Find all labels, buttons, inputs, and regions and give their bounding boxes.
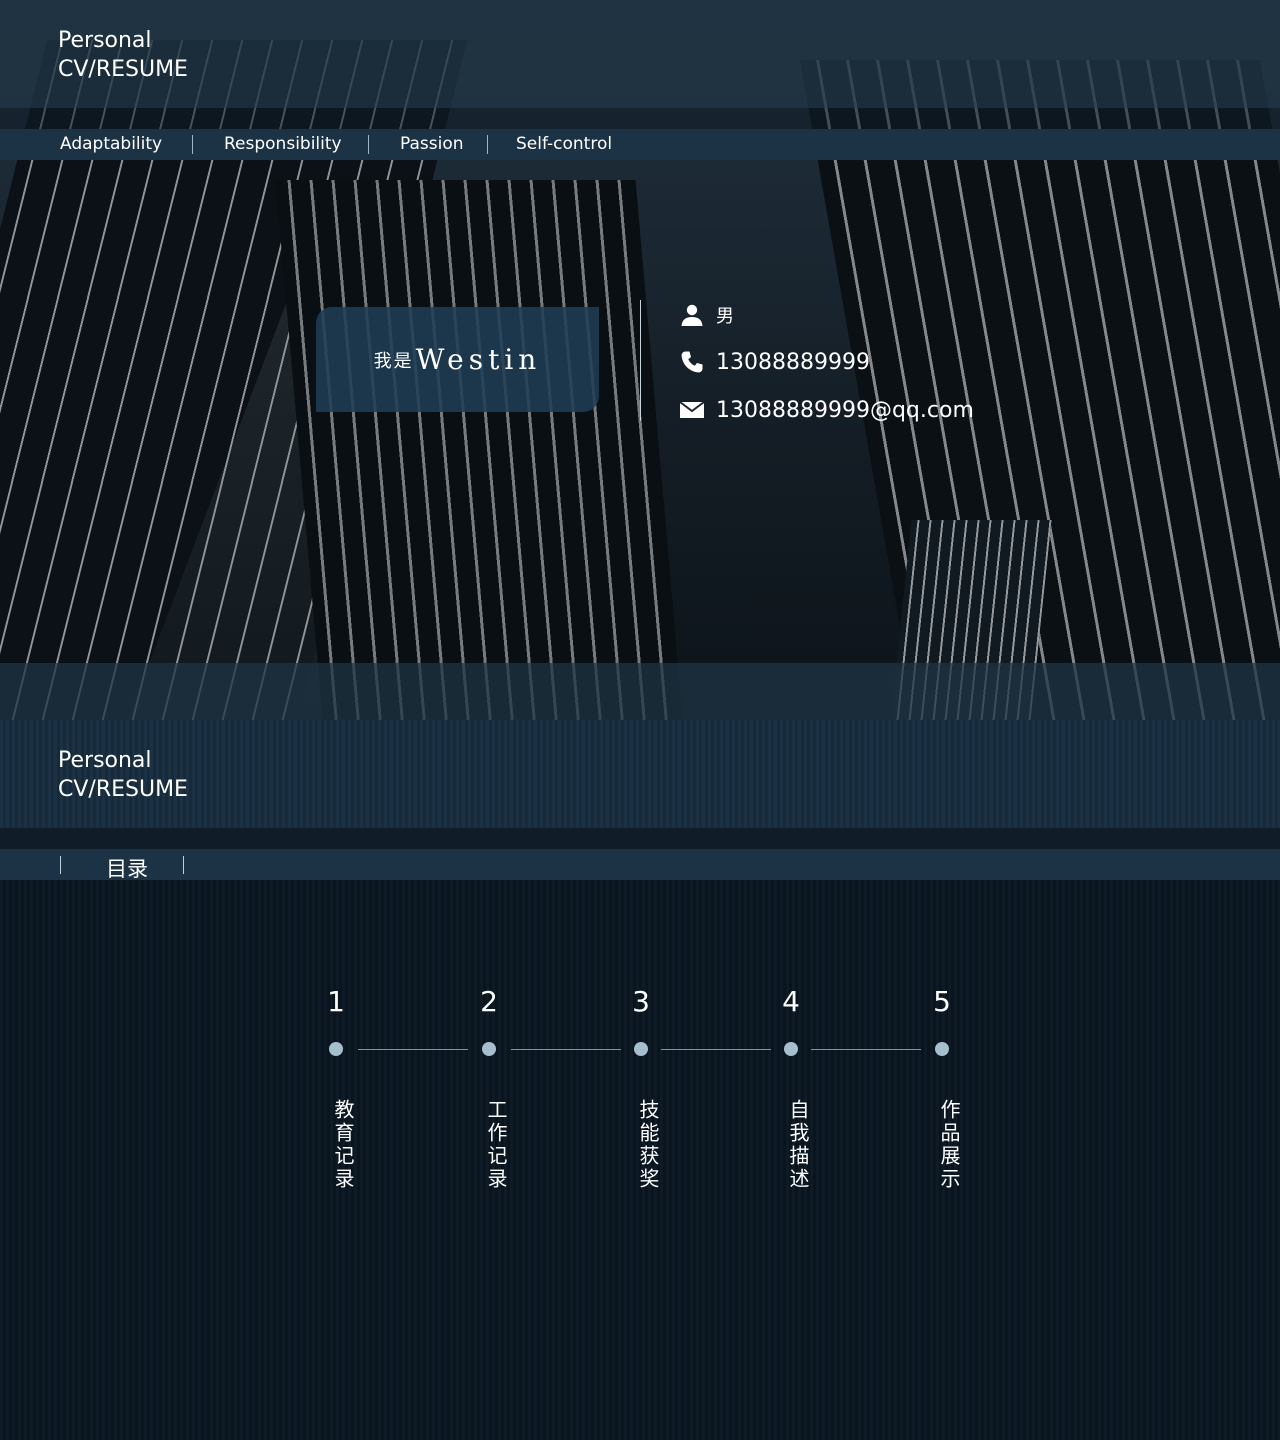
toc-divider [183, 856, 184, 874]
brand-line1: Personal [58, 748, 152, 773]
hero-header-band [0, 0, 1280, 108]
name-value: Westin [415, 343, 542, 376]
building-center [275, 180, 685, 720]
mail-icon [679, 397, 705, 423]
step-number: 1 [327, 985, 345, 1018]
brand: Personal CV/RESUME [58, 746, 188, 804]
gender-value: 男 [716, 306, 734, 327]
nav-item-self-control[interactable]: Self-control [516, 129, 612, 160]
brand: Personal CV/RESUME [58, 26, 188, 84]
step-label: 教育记录 [331, 1099, 355, 1191]
brand-line1: Personal [58, 28, 152, 53]
user-icon [679, 302, 705, 328]
nav-divider [368, 135, 369, 154]
step-dot [634, 1042, 648, 1056]
toc-step-2[interactable]: 2 工作记录 [469, 982, 509, 1191]
phone-icon [679, 349, 705, 375]
toc-step-4[interactable]: 4 自我描述 [771, 982, 811, 1191]
brand-line2: CV/RESUME [58, 57, 188, 82]
step-connector [811, 1049, 921, 1050]
step-number: 3 [632, 985, 650, 1018]
nav-bar: Adaptability Responsibility Passion Self… [0, 129, 1280, 160]
gender-row: 男 [679, 302, 734, 328]
step-dot [482, 1042, 496, 1056]
name-prefix: 我是 [373, 350, 414, 372]
nav-item-passion[interactable]: Passion [400, 129, 464, 160]
step-label: 作品展示 [937, 1099, 961, 1191]
step-label: 自我描述 [786, 1099, 810, 1191]
phone-value[interactable]: 13088889999 [716, 350, 870, 375]
email-value[interactable]: 13088889999@qq.com [716, 398, 974, 423]
step-dot [935, 1042, 949, 1056]
step-number: 5 [933, 985, 951, 1018]
toc-step-3[interactable]: 3 技能获奖 [621, 982, 661, 1191]
step-label: 工作记录 [484, 1099, 508, 1191]
nav-divider [192, 135, 193, 154]
step-connector [661, 1049, 771, 1050]
step-dot [329, 1042, 343, 1056]
step-connector [511, 1049, 621, 1050]
profile-divider [640, 300, 641, 421]
toc-divider [60, 856, 61, 874]
toc-step-5[interactable]: 5 作品展示 [922, 982, 962, 1191]
brand-line2: CV/RESUME [58, 777, 188, 802]
name-heading: 我是 Westin [316, 307, 599, 412]
email-row: 13088889999@qq.com [679, 397, 974, 423]
step-connector [358, 1049, 468, 1050]
toc-section: Personal CV/RESUME 目录 1 教育记录 2 工作记录 3 技能… [0, 720, 1280, 1440]
nav-divider [487, 135, 488, 154]
phone-row: 13088889999 [679, 349, 870, 375]
toc-header-subband [0, 828, 1280, 849]
step-label: 技能获奖 [636, 1099, 660, 1191]
hero-header-subband [0, 108, 1280, 129]
nav-item-adaptability[interactable]: Adaptability [60, 129, 162, 160]
toc-bar [0, 849, 1280, 880]
step-number: 2 [480, 985, 498, 1018]
step-dot [784, 1042, 798, 1056]
hero-footer-band [0, 663, 1280, 720]
toc-header-band [0, 720, 1280, 828]
toc-step-1[interactable]: 1 教育记录 [316, 982, 356, 1191]
name-card: 我是 Westin [316, 307, 599, 412]
toc-title: 目录 [106, 857, 148, 881]
step-number: 4 [782, 985, 800, 1018]
hero-section: Personal CV/RESUME Adaptability Responsi… [0, 0, 1280, 720]
nav-item-responsibility[interactable]: Responsibility [224, 129, 342, 160]
